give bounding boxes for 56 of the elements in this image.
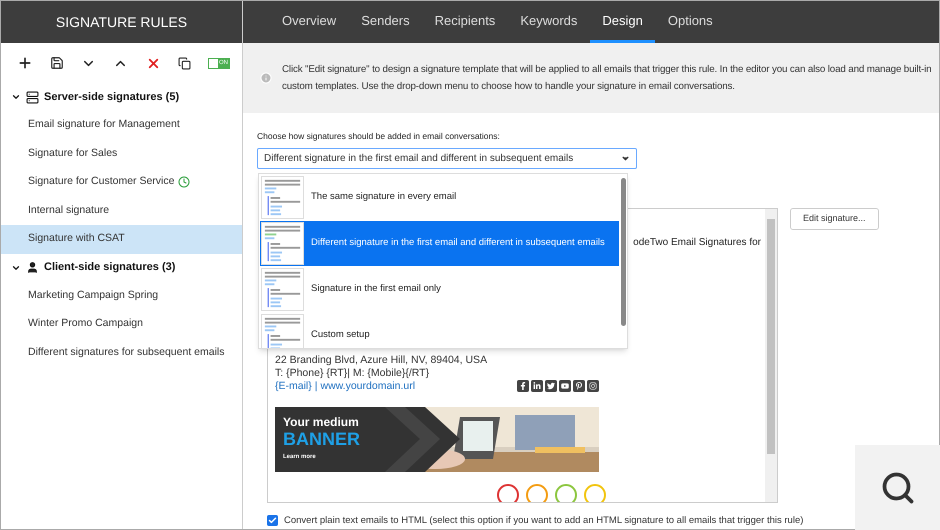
dropdown-option[interactable]: The same signature in every email	[260, 175, 619, 220]
tab[interactable]: Keywords	[508, 1, 590, 43]
mode-select[interactable]: Different signature in the first email and different in subsequent emails	[257, 148, 637, 169]
user-icon	[26, 261, 39, 274]
rule-item[interactable]: Signature with CSAT	[1, 225, 242, 254]
convert-checkbox[interactable]	[267, 515, 278, 526]
convert-label: Convert plain text emails to HTML (select this option if you want to add an HTML signature to all emails that trigger this rule)	[284, 514, 804, 528]
dropdown-option[interactable]: Different signature in the first email and different in subsequent emails	[260, 221, 619, 266]
add-icon[interactable]	[17, 55, 33, 71]
instagram-icon[interactable]	[587, 380, 599, 392]
banner-title: Your medium	[283, 414, 360, 429]
tab[interactable]: Options	[656, 1, 725, 43]
banner-heading: BANNER	[283, 428, 360, 449]
group-label: Server-side signatures (5)	[44, 90, 180, 105]
group-label: Client-side signatures (3)	[44, 260, 176, 276]
server-icon	[26, 90, 39, 104]
info-icon	[260, 72, 272, 84]
info-text: Click "Edit signature" to design a signature template that will be applied to all emails that trigger this rule. In the editor you can also load and manage built-in	[282, 62, 932, 76]
zoom-button[interactable]	[855, 445, 940, 530]
template-thumbnail	[261, 176, 304, 219]
twitter-icon[interactable]	[545, 380, 557, 392]
youtube-icon[interactable]	[559, 380, 571, 392]
search-icon[interactable]	[880, 470, 916, 506]
dropdown-caret-icon	[621, 154, 630, 163]
sidebar-title: SIGNATURE RULES	[56, 12, 188, 32]
separator-text: |	[314, 380, 318, 393]
template-thumbnail	[261, 222, 304, 265]
rule-item[interactable]: Signature for Customer Service	[1, 168, 242, 196]
rule-item[interactable]: Marketing Campaign Spring	[1, 282, 242, 310]
edit-signature-button[interactable]: Edit signature...	[790, 208, 879, 230]
dropdown-option[interactable]: Signature in the first email only	[260, 267, 619, 312]
pinterest-icon[interactable]	[573, 380, 585, 392]
tab[interactable]: Overview	[270, 1, 348, 43]
rule-item[interactable]: Email signature for Management	[1, 111, 242, 140]
phone-text: T: {Phone} {RT}| M: {Mobile}{/RT}	[275, 366, 430, 380]
rule-item[interactable]: Different signatures for subsequent emails	[1, 338, 242, 367]
mode-label: Choose how signatures should be added in email conversations:	[257, 130, 501, 143]
website-link[interactable]: www.yourdomain.url	[320, 380, 416, 393]
save-icon[interactable]	[50, 56, 64, 70]
email-link[interactable]: {E-mail}	[275, 380, 312, 393]
rule-item[interactable]: Winter Promo Campaign	[1, 310, 242, 338]
tab[interactable]: Senders	[349, 1, 422, 43]
tab[interactable]: Recipients	[422, 1, 508, 43]
dropdown-option[interactable]: Custom setup	[260, 313, 619, 348]
linkedin-icon[interactable]	[531, 380, 543, 392]
rule-item[interactable]: Signature for Sales	[1, 140, 242, 168]
collapse-icon[interactable]	[11, 92, 21, 102]
preview-text: odeTwo Email Signatures for	[633, 236, 761, 250]
copy-icon[interactable]	[178, 56, 191, 70]
tree-group[interactable]: Server-side signatures (5)	[1, 83, 242, 111]
template-thumbnail	[261, 268, 304, 311]
tree-group[interactable]: Client-side signatures (3)	[1, 254, 242, 282]
facebook-icon[interactable]	[517, 380, 529, 392]
rule-item[interactable]: Internal signature	[1, 196, 242, 225]
info-text: custom templates. Use the drop-down menu to choose how to handle your signature in email conversations.	[282, 80, 736, 94]
address-text: 22 Branding Blvd, Azure Hill, NV, 89404, USA	[275, 354, 488, 367]
